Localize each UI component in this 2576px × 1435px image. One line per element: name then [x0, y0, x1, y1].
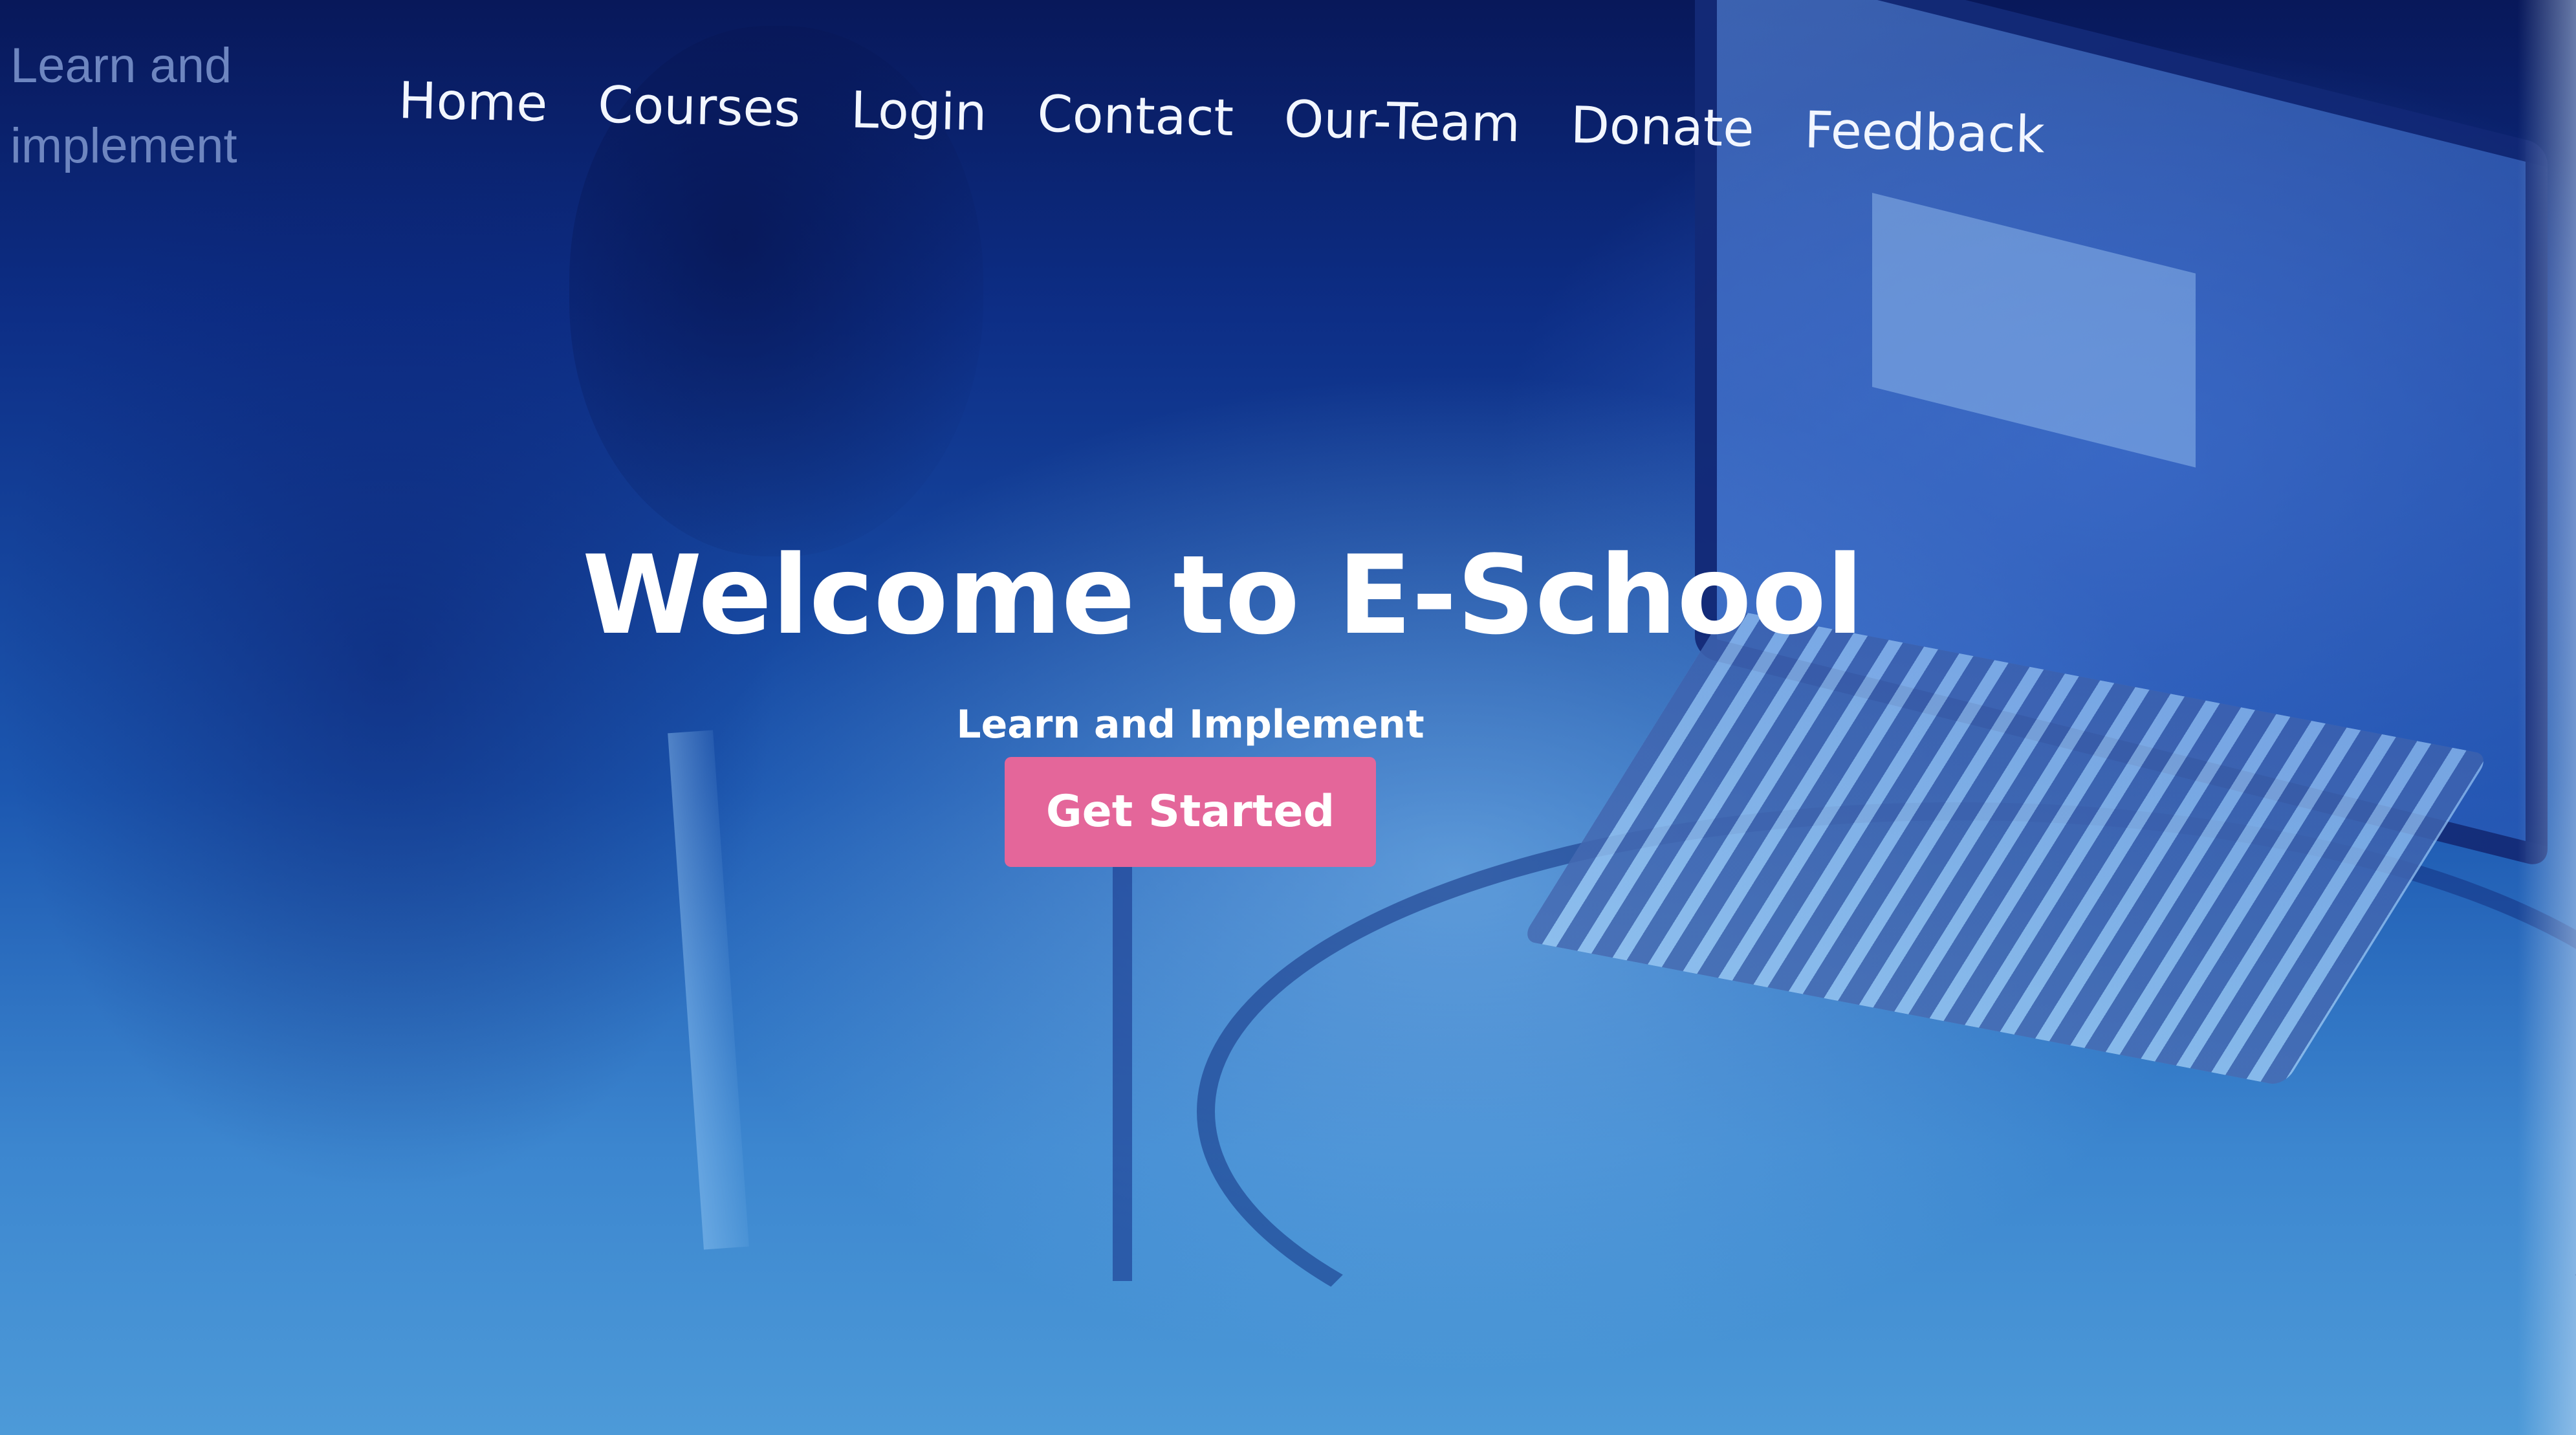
brand-line-2: implement [10, 118, 237, 173]
nav-link-donate[interactable]: Donate [1570, 93, 1755, 162]
nav-link-feedback[interactable]: Feedback [1804, 98, 2045, 168]
nav-link-our-team[interactable]: Our-Team [1283, 87, 1521, 157]
brand-logo-link[interactable]: Learn and implement [10, 26, 282, 186]
background-table-leg [1113, 860, 1132, 1281]
nav-link-home[interactable]: Home [398, 69, 548, 137]
hero-section: Welcome to E-School Learn and Implement … [582, 518, 1864, 867]
nav-link-login[interactable]: Login [850, 78, 987, 146]
brand-line-1: Learn and [10, 38, 232, 93]
landing-page: Learn and implement Home Courses Login C… [0, 0, 2576, 1435]
hero-title: Welcome to E-School [582, 532, 1864, 659]
get-started-button[interactable]: Get Started [1004, 757, 1377, 867]
hero-subtitle: Learn and Implement [956, 702, 1424, 747]
nav-link-courses[interactable]: Courses [597, 72, 801, 142]
screen-glare [2518, 0, 2576, 1435]
nav-link-contact[interactable]: Contact [1036, 82, 1234, 151]
